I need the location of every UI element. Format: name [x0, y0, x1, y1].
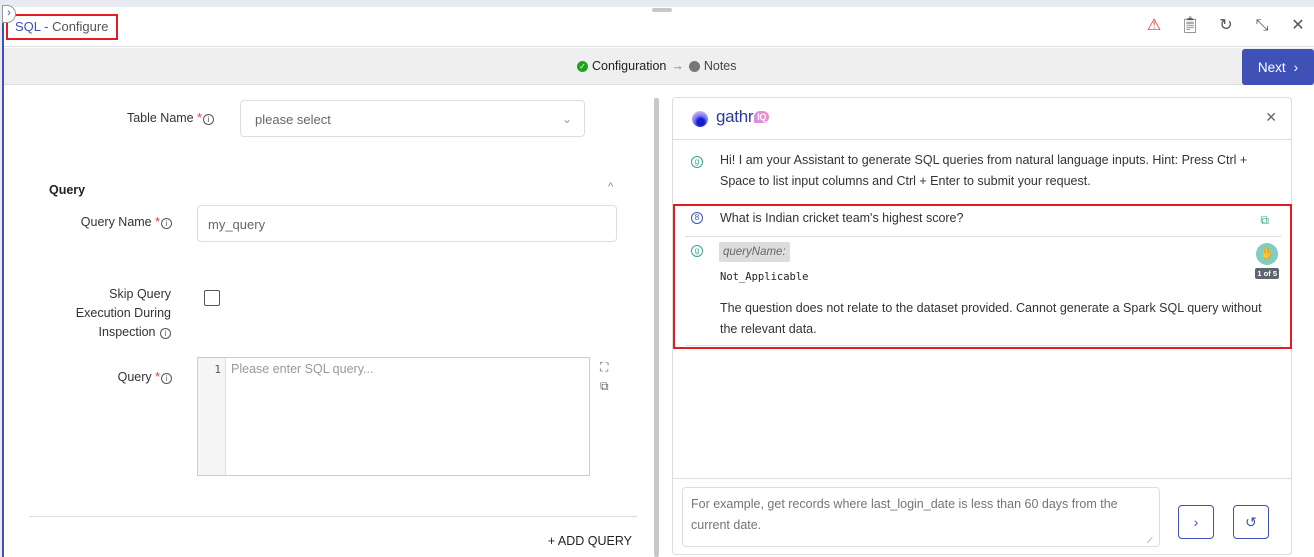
- assistant-header: gathr IQ ✕: [673, 98, 1291, 140]
- divider: [685, 236, 1281, 237]
- copy-icon[interactable]: ⧉: [600, 379, 609, 394]
- feedback-icon[interactable]: ✋: [1256, 243, 1278, 265]
- collapse-icon[interactable]: ⤡: [1244, 16, 1280, 36]
- reset-chat-button[interactable]: ↺: [1233, 505, 1269, 539]
- skip-query-label: Skip Query Execution During Inspection i: [75, 287, 171, 339]
- assistant-avatar-icon: g: [691, 156, 703, 168]
- reset-icon[interactable]: ↻: [1208, 16, 1244, 36]
- add-query-button[interactable]: + ADD QUERY: [548, 534, 632, 548]
- form-scrollbar[interactable]: [654, 98, 659, 557]
- arrow-icon: →: [671, 59, 684, 73]
- fullscreen-icon[interactable]: ⛶: [600, 360, 609, 375]
- assistant-avatar-icon: g: [691, 245, 703, 257]
- stepper-bar: ✓ Configuration → Notes Next ›: [4, 48, 1314, 85]
- next-button[interactable]: Next ›: [1242, 49, 1314, 85]
- warning-icon[interactable]: ⚠: [1136, 16, 1172, 36]
- prompt-input[interactable]: [682, 487, 1160, 547]
- resize-handle-icon[interactable]: ⟋: [1147, 536, 1153, 546]
- line-number-gutter: 1: [198, 358, 226, 475]
- query-label: Query * i: [24, 368, 172, 387]
- query-name-value: Not_Applicable: [720, 271, 809, 283]
- step-notes[interactable]: Notes: [704, 59, 737, 73]
- chevron-up-icon[interactable]: ^: [608, 181, 613, 193]
- assistant-response: The question does not relate to the data…: [720, 301, 1262, 336]
- send-button[interactable]: ›: [1178, 505, 1214, 539]
- query-name-input[interactable]: my_query: [197, 205, 617, 242]
- title-actions: ⚠ 📋︎ ↻ ⤡ ✕: [1136, 16, 1314, 36]
- chevron-right-icon: ›: [1193, 514, 1199, 530]
- divider: [29, 516, 637, 517]
- plus-icon: +: [547, 534, 558, 548]
- copy-icon[interactable]: ⧉: [1260, 213, 1269, 228]
- table-name-select[interactable]: please select ⌄: [240, 100, 585, 137]
- query-name-chip: queryName:: [719, 242, 790, 262]
- info-icon[interactable]: i: [161, 373, 172, 384]
- query-section-title: Query: [49, 183, 86, 197]
- pending-dot-icon: [688, 60, 700, 72]
- title-bar: SQL - Configure ⚠ 📋︎ ↻ ⤡ ✕: [4, 7, 1314, 47]
- reset-icon: ↺: [1245, 513, 1257, 530]
- user-avatar-icon: 8: [691, 212, 703, 224]
- close-icon[interactable]: ✕: [1280, 16, 1314, 36]
- close-icon[interactable]: ✕: [1265, 109, 1277, 126]
- step-configuration[interactable]: Configuration: [592, 59, 666, 73]
- divider: [685, 345, 1281, 346]
- info-icon[interactable]: i: [203, 114, 214, 125]
- clipboard-icon[interactable]: 📋︎: [1172, 16, 1208, 36]
- window-title: SQL - Configure: [6, 14, 119, 40]
- response-pager[interactable]: 1 of 5: [1255, 268, 1279, 279]
- check-circle-icon: ✓: [577, 60, 588, 72]
- sql-configure-window: › SQL - Configure ⚠ 📋︎ ↻ ⤡ ✕ ✓ Configura…: [2, 5, 1314, 557]
- table-name-label: Table Name * i: [64, 109, 214, 128]
- query-name-label: Query Name * i: [24, 213, 172, 232]
- info-icon[interactable]: i: [161, 218, 172, 229]
- brand-logo: gathr IQ: [716, 107, 770, 127]
- info-icon[interactable]: i: [160, 328, 171, 339]
- gathr-logo-icon: [692, 111, 708, 127]
- stepper: ✓ Configuration → Notes: [577, 59, 737, 73]
- chevron-down-icon: ⌄: [561, 112, 572, 126]
- query-placeholder: Please enter SQL query...: [231, 362, 374, 376]
- assistant-input-area: ⟋ › ↺: [673, 478, 1291, 555]
- editor-tools: ⛶ ⧉: [600, 360, 609, 394]
- configuration-form: Table Name * i please select ⌄ Query ^ Que…: [4, 85, 652, 557]
- sql-query-editor[interactable]: 1 Please enter SQL query...: [197, 357, 590, 476]
- chevron-right-icon: ›: [1293, 59, 1299, 75]
- skip-query-checkbox[interactable]: [204, 290, 220, 306]
- assistant-panel: gathr IQ ✕ g Hi! I am your Assistant to g…: [672, 97, 1292, 555]
